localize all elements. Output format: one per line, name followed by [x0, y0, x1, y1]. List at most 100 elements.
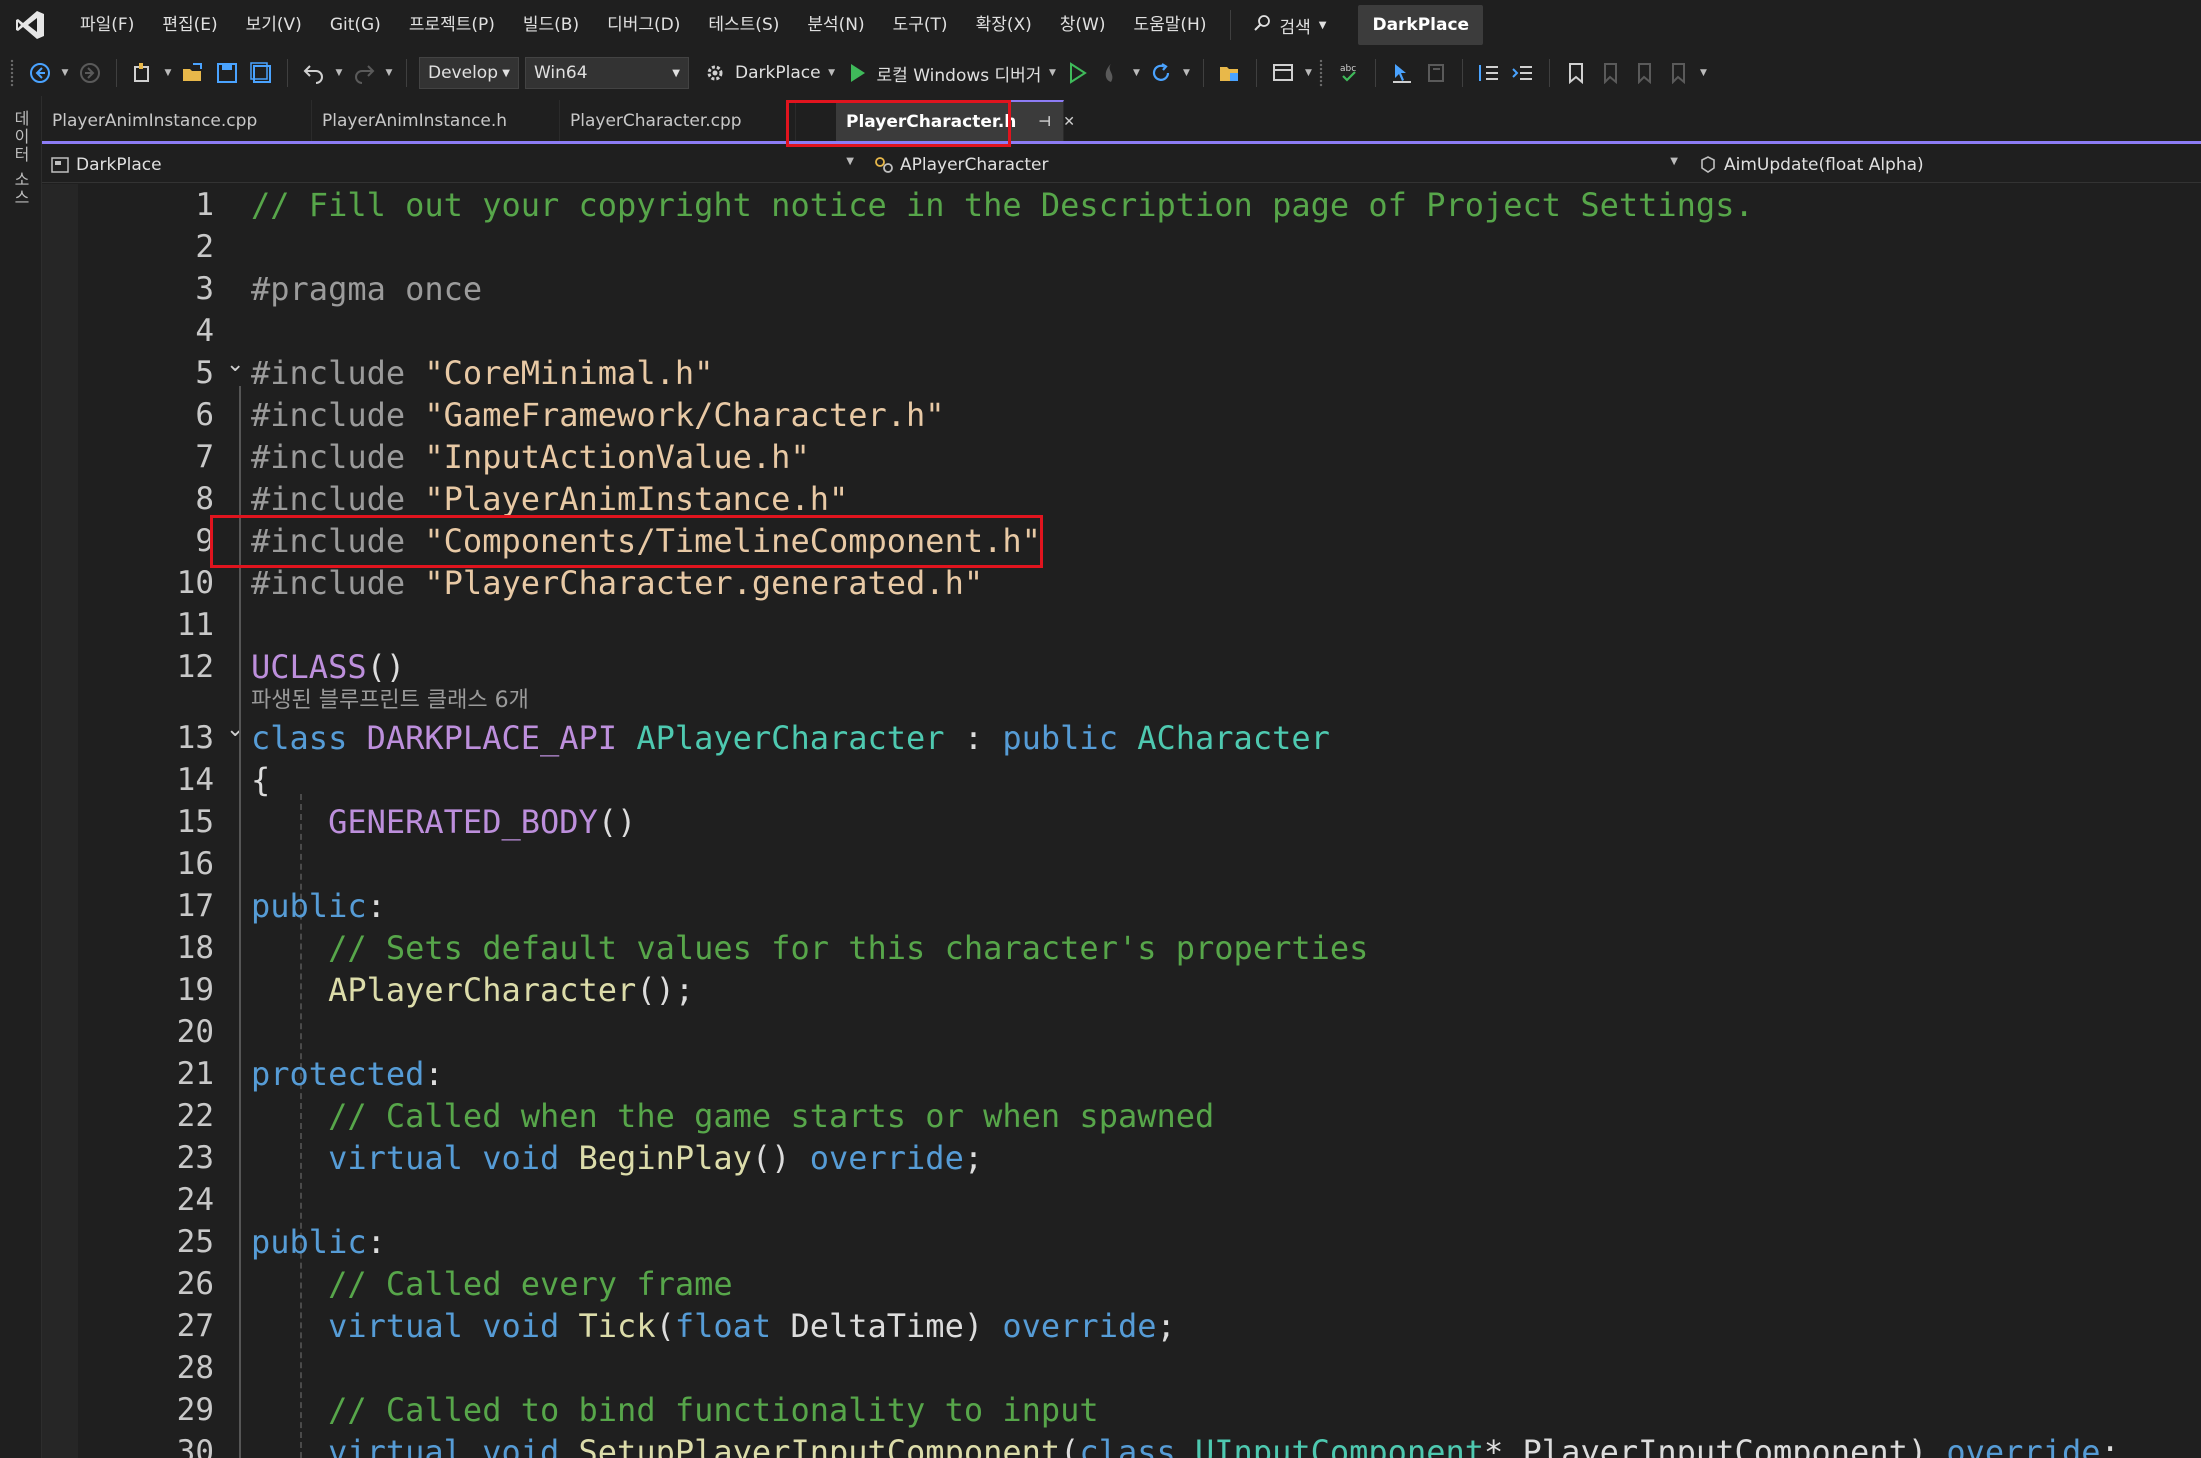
line-number: 21	[176, 1056, 214, 1092]
startup-project-label[interactable]: DarkPlace	[735, 63, 821, 83]
code-line[interactable]: 12 UCLASS()	[42, 646, 2201, 688]
menu-item[interactable]: 창(W)	[1046, 0, 1120, 50]
menu-item[interactable]: Git(G)	[316, 0, 395, 50]
code-line[interactable]: 2	[42, 226, 2201, 268]
open-file-icon[interactable]	[179, 59, 207, 87]
new-project-icon[interactable]	[129, 59, 157, 87]
tab-playercharacter-h[interactable]: PlayerCharacter.h ⊣ ✕	[836, 100, 1075, 141]
code-line[interactable]: 6 #include "GameFramework/Character.h"	[42, 394, 2201, 436]
code-line[interactable]: 11	[42, 604, 2201, 646]
code-line[interactable]: 7 #include "InputActionValue.h"	[42, 436, 2201, 478]
solution-name-badge[interactable]: DarkPlace	[1358, 5, 1484, 45]
redo-icon[interactable]	[350, 59, 378, 87]
tab-playeranim-h[interactable]: PlayerAnimInstance.h	[312, 100, 560, 141]
refresh-icon[interactable]	[1147, 59, 1175, 87]
code-line[interactable]: 20	[42, 1011, 2201, 1053]
derived-blueprints-codelens[interactable]: 파생된 블루프린트 클래스 6개	[251, 686, 529, 716]
code-line[interactable]: 3 #pragma once	[42, 268, 2201, 310]
code-line[interactable]: 28	[42, 1347, 2201, 1389]
code-line[interactable]: 1 // Fill out your copyright notice in th…	[42, 184, 2201, 226]
code-line[interactable]: 10 #include "PlayerCharacter.generated.h"	[42, 562, 2201, 604]
navigate-back-icon[interactable]	[26, 59, 54, 87]
clear-bookmarks-icon[interactable]	[1664, 59, 1692, 87]
code-line[interactable]: 26 // Called every frame	[42, 1263, 2201, 1305]
refresh-dropdown[interactable]: ▼	[1181, 59, 1191, 87]
save-all-icon[interactable]	[247, 59, 275, 87]
visual-studio-logo-icon[interactable]	[10, 5, 50, 45]
code-line[interactable]: 9 #include "Components/TimelineComponent.…	[42, 520, 2201, 562]
start-debugging-icon[interactable]	[843, 59, 871, 87]
format-tool-icon[interactable]	[1422, 59, 1450, 87]
layout-dropdown[interactable]: ▼	[1303, 59, 1313, 87]
code-line[interactable]: 21 protected:	[42, 1053, 2201, 1095]
menu-item[interactable]: 도구(T)	[879, 0, 962, 50]
menu-item[interactable]: 테스트(S)	[694, 0, 793, 50]
undo-icon[interactable]	[300, 59, 328, 87]
hot-reload-icon[interactable]	[1097, 59, 1125, 87]
code-line[interactable]: 4	[42, 310, 2201, 352]
code-line[interactable]: 24	[42, 1179, 2201, 1221]
navigate-back-dropdown[interactable]: ▼	[60, 59, 70, 87]
bookmark-icon[interactable]	[1562, 59, 1590, 87]
menu-item[interactable]: 편집(E)	[148, 0, 231, 50]
undo-dropdown[interactable]: ▼	[334, 59, 344, 87]
uncomment-lines-icon[interactable]	[1509, 59, 1537, 87]
line-number: 8	[195, 481, 214, 517]
hot-reload-dropdown[interactable]: ▼	[1131, 59, 1141, 87]
previous-bookmark-icon[interactable]	[1596, 59, 1624, 87]
code-line[interactable]: 29 // Called to bind functionality to in…	[42, 1389, 2201, 1431]
spell-check-icon[interactable]: abc	[1335, 59, 1363, 87]
menu-item[interactable]: 도움말(H)	[1120, 0, 1221, 50]
code-line[interactable]: 19 APlayerCharacter();	[42, 969, 2201, 1011]
code-line[interactable]: 14 {	[42, 759, 2201, 801]
code-token: virtual void	[328, 1139, 579, 1177]
scope-dropdown[interactable]: APlayerCharacter ▼	[866, 147, 1690, 183]
code-line[interactable]: 13 class DARKPLACE_API APlayerCharacter :…	[42, 717, 2201, 759]
pin-icon[interactable]: ⊣	[1038, 114, 1051, 130]
tab-playeranim-cpp[interactable]: PlayerAnimInstance.cpp	[42, 100, 312, 141]
toolbar-overflow-dropdown[interactable]: ▼	[1698, 59, 1708, 87]
menu-item[interactable]: 빌드(B)	[509, 0, 593, 50]
menu-item[interactable]: 확장(X)	[962, 0, 1046, 50]
code-line[interactable]: 22 // Called when the game starts or whe…	[42, 1095, 2201, 1137]
new-project-dropdown[interactable]: ▼	[163, 59, 173, 87]
startup-project-dropdown[interactable]: ▼	[827, 59, 837, 87]
member-dropdown[interactable]: AimUpdate(float Alpha)	[1690, 147, 2190, 183]
code-line[interactable]: 16	[42, 843, 2201, 885]
code-editor[interactable]: ⌄ ⌄ 파생된 블루프린트 클래스 6개 1// Fill out your c…	[42, 184, 2201, 1458]
navigate-forward-icon[interactable]	[76, 59, 104, 87]
code-line[interactable]: 15 GENERATED_BODY()	[42, 801, 2201, 843]
project-dropdown[interactable]: DarkPlace ▼	[42, 147, 866, 183]
solution-explorer-icon[interactable]	[1216, 59, 1244, 87]
redo-dropdown[interactable]: ▼	[384, 59, 394, 87]
menu-item[interactable]: 파일(F)	[66, 0, 148, 50]
code-line[interactable]: 25 public:	[42, 1221, 2201, 1263]
menu-item[interactable]: 디버그(D)	[593, 0, 694, 50]
menu-item[interactable]: 프로젝트(P)	[395, 0, 509, 50]
debugger-label[interactable]: 로컬 Windows 디버거	[877, 61, 1042, 86]
code-line[interactable]: 5 #include "CoreMinimal.h"	[42, 352, 2201, 394]
code-line[interactable]: 30 virtual void SetupPlayerInputComponen…	[42, 1431, 2201, 1458]
solution-configuration-select[interactable]: Develop ▼	[419, 57, 519, 89]
data-sources-tab[interactable]: 데이터 소스	[8, 110, 32, 207]
code-line[interactable]: 8 #include "PlayerAnimInstance.h"	[42, 478, 2201, 520]
debugger-dropdown[interactable]: ▼	[1047, 59, 1057, 87]
code-line[interactable]: 18 // Sets default values for this chara…	[42, 927, 2201, 969]
start-without-debugging-icon[interactable]	[1063, 59, 1091, 87]
toolbar-grip[interactable]	[1319, 59, 1324, 87]
select-tool-icon[interactable]	[1388, 59, 1416, 87]
code-line[interactable]: 23 virtual void BeginPlay() override;	[42, 1137, 2201, 1179]
search-button[interactable]: 검색 ▼	[1241, 0, 1338, 50]
tab-playercharacter-cpp[interactable]: PlayerCharacter.cpp	[560, 100, 796, 141]
menu-item[interactable]: 분석(N)	[793, 0, 878, 50]
save-icon[interactable]	[213, 59, 241, 87]
close-icon[interactable]: ✕	[1063, 114, 1075, 130]
code-line[interactable]: 17 public:	[42, 885, 2201, 927]
layout-icon[interactable]	[1269, 59, 1297, 87]
menu-item[interactable]: 보기(V)	[232, 0, 316, 50]
comment-lines-icon[interactable]	[1475, 59, 1503, 87]
solution-platform-select[interactable]: Win64 ▼	[525, 57, 689, 89]
toolbar-grip[interactable]	[10, 59, 14, 87]
code-line[interactable]: 27 virtual void Tick(float DeltaTime) ov…	[42, 1305, 2201, 1347]
next-bookmark-icon[interactable]	[1630, 59, 1658, 87]
